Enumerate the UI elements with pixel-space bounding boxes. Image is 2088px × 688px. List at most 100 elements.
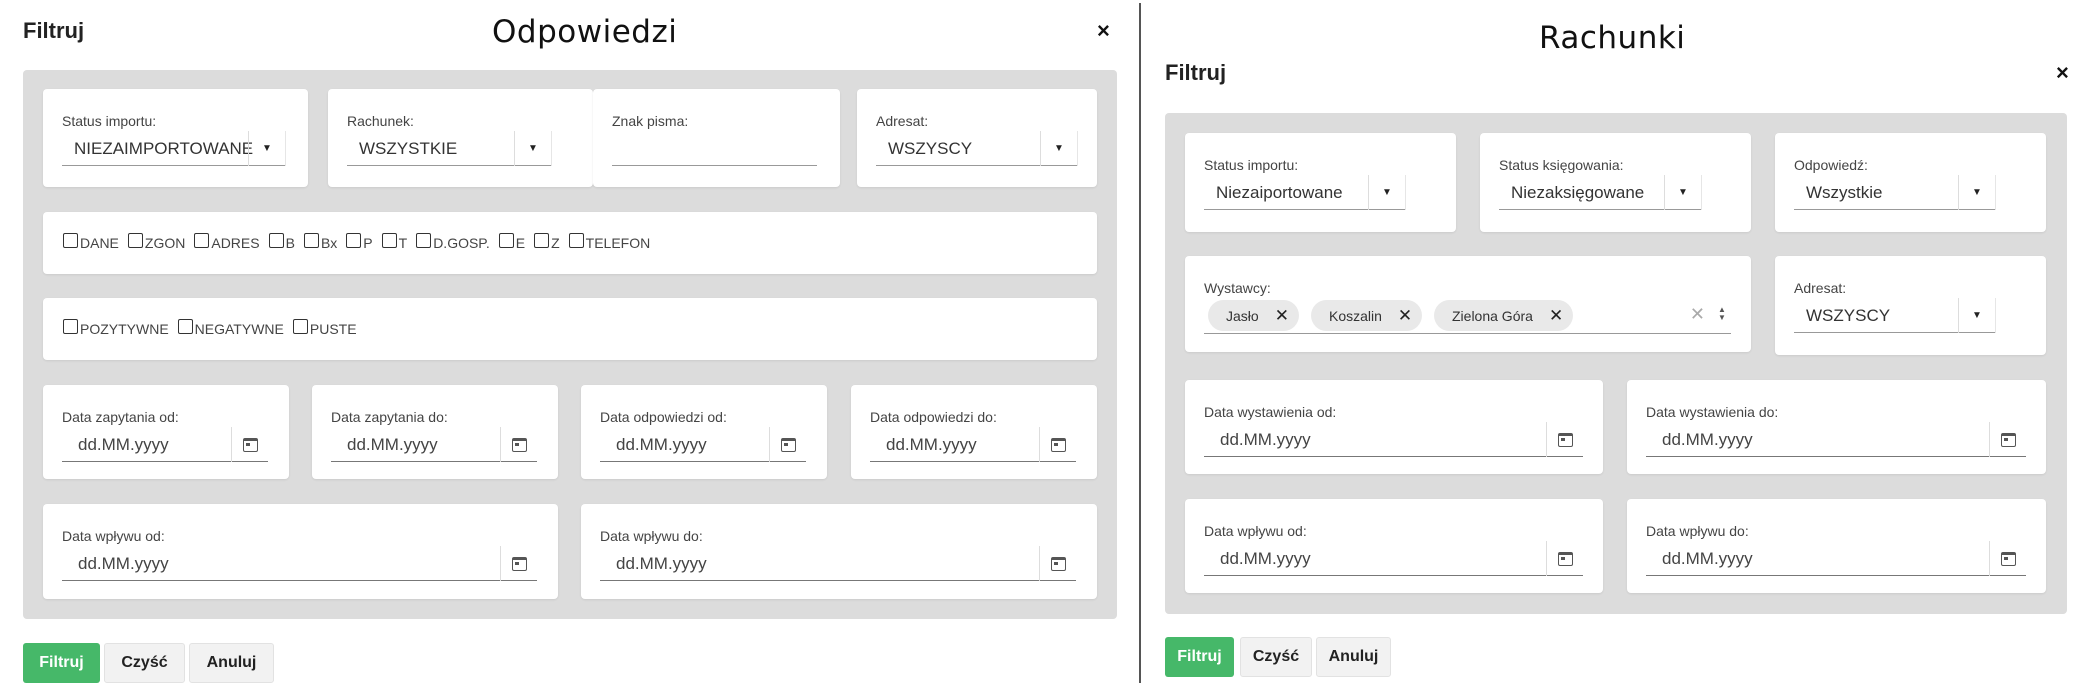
wystawcy-card: Wystawcy: Jasło ✕ Koszalin ✕ Zielona Góra ✕…: [1185, 256, 1751, 352]
filter-heading: Filtruj: [1165, 60, 1227, 85]
data-wplywu-do-input[interactable]: dd.MM.yyyy: [600, 546, 1076, 581]
calendar-icon[interactable]: [1989, 541, 2026, 576]
checkbox-p[interactable]: P: [346, 232, 373, 251]
checkbox-box[interactable]: [268, 232, 284, 248]
data-wystawienia-do-card: Data wystawienia do: dd.MM.yyyy: [1627, 380, 2046, 474]
checkbox-box[interactable]: [63, 318, 78, 334]
checkbox-box[interactable]: [568, 232, 584, 248]
filter-form-area: Status importu: NIEZAIMPORTOWANE ▼ Rachu…: [23, 70, 1117, 619]
checkbox-zgon[interactable]: ZGON: [127, 232, 185, 251]
checkbox-z[interactable]: Z: [534, 232, 560, 251]
date-label: Data odpowiedzi od:: [600, 409, 727, 425]
wystawcy-multiselect[interactable]: Jasło ✕ Koszalin ✕ Zielona Góra ✕ ✕ ▲ ▼: [1204, 298, 1731, 334]
checkbox-box[interactable]: [416, 232, 432, 248]
caret-down-icon[interactable]: ▼: [1958, 175, 1996, 210]
data-wplywu-do-input[interactable]: dd.MM.yyyy: [1646, 541, 2026, 576]
checkbox-box[interactable]: [498, 232, 514, 248]
result-checkbox-row: POZYTYWNE NEGATYWNE PUSTE: [63, 318, 366, 337]
checkbox-adres[interactable]: ADRES: [194, 232, 260, 251]
checkbox-b[interactable]: B: [268, 232, 295, 251]
checkbox-bx[interactable]: Bx: [303, 232, 337, 251]
checkbox-telefon[interactable]: TELEFON: [568, 232, 650, 251]
checkbox-label: DANE: [80, 235, 119, 251]
checkbox-e[interactable]: E: [498, 232, 525, 251]
checkbox-pozytywne[interactable]: POZYTYWNE: [63, 318, 169, 337]
checkbox-box[interactable]: [346, 232, 362, 248]
caret-down-icon[interactable]: ▼: [1368, 175, 1406, 210]
caret-down-icon[interactable]: ▼: [514, 131, 552, 166]
chip-remove-icon[interactable]: ✕: [1549, 306, 1563, 326]
spinner-icon[interactable]: ▲ ▼: [1715, 298, 1729, 330]
checkbox-box[interactable]: [381, 232, 397, 248]
caret-down-icon[interactable]: ▼: [1958, 298, 1996, 333]
filter-button[interactable]: Filtruj: [23, 643, 100, 683]
caret-down-icon[interactable]: ▼: [248, 131, 286, 166]
znak-pisma-input[interactable]: [612, 137, 817, 166]
date-label: Data wpływu do:: [1646, 523, 1749, 539]
calendar-icon[interactable]: [500, 546, 537, 581]
checkbox-box[interactable]: [177, 318, 193, 334]
checkbox-label: ADRES: [211, 235, 260, 251]
data-zapytania-do-input[interactable]: dd.MM.yyyy: [331, 427, 537, 462]
calendar-icon[interactable]: [1989, 422, 2026, 457]
adresat-label: Adresat:: [876, 113, 929, 129]
dialog-title: Odpowiedzi: [492, 14, 678, 50]
checkbox-box[interactable]: [534, 232, 550, 248]
filter-heading: Filtruj: [23, 18, 85, 43]
date-placeholder: dd.MM.yyyy: [1662, 549, 1753, 568]
calendar-icon[interactable]: [231, 427, 268, 462]
data-zapytania-od-input[interactable]: dd.MM.yyyy: [62, 427, 268, 462]
chip-remove-icon[interactable]: ✕: [1275, 306, 1289, 326]
calendar-icon[interactable]: [1546, 422, 1583, 457]
status-importu-select[interactable]: NIEZAIMPORTOWANE ▼: [62, 131, 286, 166]
checkbox-box[interactable]: [127, 232, 143, 248]
data-wystawienia-do-input[interactable]: dd.MM.yyyy: [1646, 422, 2026, 457]
checkbox-box[interactable]: [292, 318, 308, 334]
adresat-label: Adresat:: [1794, 280, 1847, 296]
date-placeholder: dd.MM.yyyy: [616, 554, 707, 573]
chip-remove-icon[interactable]: ✕: [1398, 306, 1412, 326]
close-icon[interactable]: ×: [2056, 62, 2069, 84]
filter-button[interactable]: Filtruj: [1165, 637, 1234, 677]
adresat-select[interactable]: WSZYSCY ▼: [1794, 298, 1996, 333]
checkbox-negatywne[interactable]: NEGATYWNE: [177, 318, 284, 337]
clear-button[interactable]: Czyść: [1240, 637, 1312, 677]
odpowiedz-select[interactable]: Wszystkie ▼: [1794, 175, 1996, 210]
data-odpowiedzi-od-input[interactable]: dd.MM.yyyy: [600, 427, 806, 462]
caret-down-icon[interactable]: ▼: [1040, 131, 1078, 166]
znak-pisma-card: Znak pisma:: [593, 89, 840, 187]
data-wplywu-od-input[interactable]: dd.MM.yyyy: [1204, 541, 1583, 576]
rachunek-select[interactable]: WSZYSTKIE ▼: [347, 131, 552, 166]
checkbox-dane[interactable]: DANE: [63, 232, 119, 251]
adresat-select[interactable]: WSZYSCY ▼: [876, 131, 1078, 166]
checkbox-puste[interactable]: PUSTE: [292, 318, 357, 337]
adresat-value: WSZYSCY: [1806, 306, 1891, 325]
data-wplywu-od-input[interactable]: dd.MM.yyyy: [62, 546, 537, 581]
checkbox-box[interactable]: [303, 232, 319, 248]
status-ksiegowania-select[interactable]: Niezaksięgowane ▼: [1499, 175, 1702, 210]
cancel-button[interactable]: Anuluj: [189, 643, 274, 683]
date-label: Data zapytania od:: [62, 409, 179, 425]
checkbox-label: POZYTYWNE: [80, 321, 169, 337]
checkbox-label: NEGATYWNE: [194, 321, 284, 337]
calendar-icon[interactable]: [500, 427, 537, 462]
calendar-icon[interactable]: [1039, 546, 1076, 581]
calendar-icon[interactable]: [1546, 541, 1583, 576]
odpowiedz-value: Wszystkie: [1806, 183, 1883, 202]
checkbox-box[interactable]: [194, 232, 210, 248]
checkbox-t[interactable]: T: [381, 232, 407, 251]
close-icon[interactable]: ×: [1097, 20, 1110, 42]
checkbox-box[interactable]: [63, 232, 78, 248]
calendar-icon[interactable]: [1039, 427, 1076, 462]
calendar-icon[interactable]: [769, 427, 806, 462]
wystawcy-label: Wystawcy:: [1204, 280, 1271, 296]
data-wystawienia-od-input[interactable]: dd.MM.yyyy: [1204, 422, 1583, 457]
status-importu-select[interactable]: Niezaiportowane ▼: [1204, 175, 1406, 210]
caret-down-icon[interactable]: ▼: [1664, 175, 1702, 210]
checkbox-d-gosp[interactable]: D.GOSP.: [416, 232, 490, 251]
clear-button[interactable]: Czyść: [104, 643, 185, 683]
clear-icon[interactable]: ✕: [1690, 304, 1705, 325]
data-odpowiedzi-do-input[interactable]: dd.MM.yyyy: [870, 427, 1076, 462]
chip-jaslo: Jasło ✕: [1208, 300, 1299, 331]
cancel-button[interactable]: Anuluj: [1316, 637, 1391, 677]
